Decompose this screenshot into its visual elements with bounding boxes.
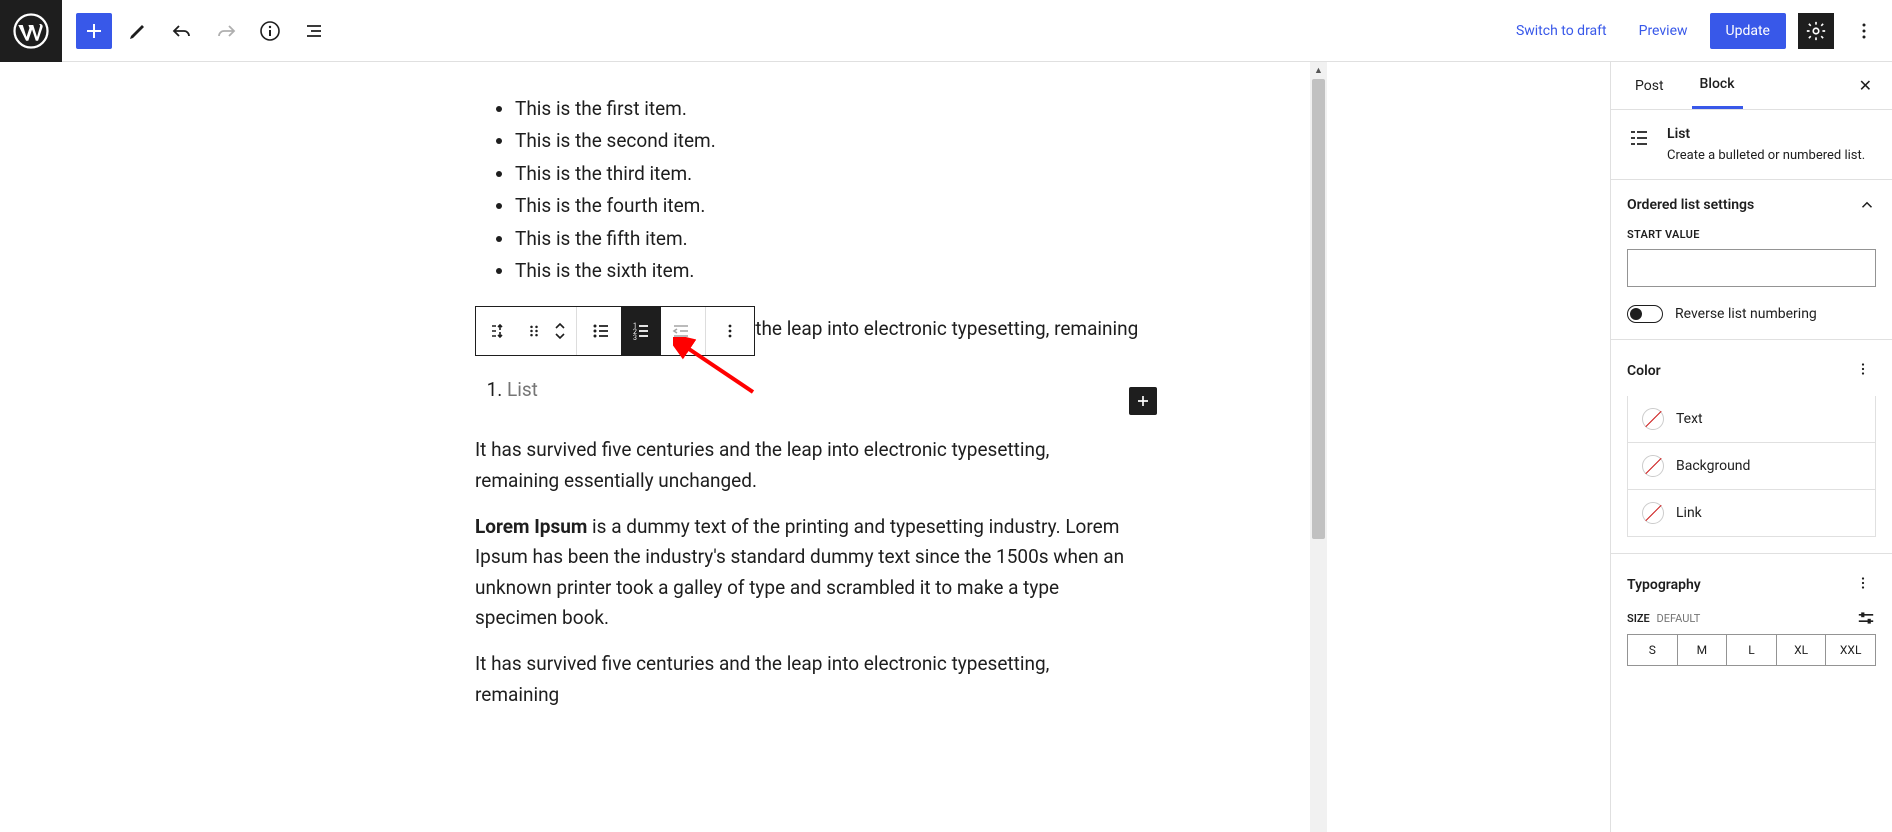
info-button[interactable] [252, 13, 288, 49]
list-item[interactable]: This is the fourth item. [515, 191, 1135, 221]
paragraph[interactable]: It has survived five centuries and the l… [475, 649, 1135, 710]
wordpress-logo[interactable] [0, 0, 62, 62]
block-more-options[interactable] [710, 307, 750, 355]
top-toolbar: Switch to draft Preview Update [0, 0, 1892, 62]
color-heading: Color [1627, 363, 1661, 379]
size-option[interactable]: XL [1777, 635, 1827, 665]
block-toolbar: 123 [475, 306, 755, 356]
list-item[interactable]: This is the fifth item. [515, 224, 1135, 254]
paragraph[interactable]: It has survived five centuries and the l… [475, 435, 1135, 496]
color-text-row[interactable]: Text [1627, 396, 1876, 443]
size-option[interactable]: XXL [1826, 635, 1875, 665]
list-item[interactable]: This is the sixth item. [515, 256, 1135, 286]
transform-block-icon[interactable] [480, 307, 520, 355]
settings-sidebar: Post Block ✕ List Create a bulleted or n… [1610, 62, 1892, 832]
more-options-button[interactable] [1846, 13, 1882, 49]
size-default-label: DEFAULT [1656, 612, 1700, 625]
list-block-icon [1627, 126, 1651, 150]
drag-handle-icon[interactable] [520, 307, 548, 355]
svg-text:3: 3 [633, 334, 637, 342]
size-label: SIZE [1627, 612, 1650, 625]
undo-button[interactable] [164, 13, 200, 49]
ordered-list-block[interactable]: List [475, 375, 1135, 405]
color-options-button[interactable] [1850, 356, 1876, 386]
outline-button[interactable] [296, 13, 332, 49]
chevron-up-icon [1858, 196, 1876, 214]
start-value-label: START VALUE [1627, 228, 1876, 241]
paragraph[interactable]: Lorem Ipsum is a dummy text of the print… [475, 512, 1135, 634]
color-link-row[interactable]: Link [1627, 490, 1876, 537]
switch-to-draft-link[interactable]: Switch to draft [1506, 15, 1617, 47]
list-item[interactable]: This is the second item. [515, 126, 1135, 156]
size-option[interactable]: M [1678, 635, 1728, 665]
tab-block[interactable]: Block [1692, 62, 1743, 109]
add-block-inline-button[interactable] [1129, 387, 1157, 415]
preview-link[interactable]: Preview [1629, 15, 1698, 47]
ordered-list-button[interactable]: 123 [621, 307, 661, 355]
outdent-button [661, 307, 701, 355]
bold-text: Lorem Ipsum [475, 515, 587, 538]
update-button[interactable]: Update [1710, 13, 1786, 49]
size-segmented-control[interactable]: S M L XL XXL [1627, 634, 1876, 666]
move-up-down-buttons[interactable] [548, 307, 572, 355]
block-description: Create a bulleted or numbered list. [1667, 148, 1876, 163]
list-item[interactable]: This is the first item. [515, 94, 1135, 124]
scrollbar[interactable]: ▲ [1310, 62, 1327, 832]
block-title: List [1667, 126, 1876, 142]
close-sidebar-button[interactable]: ✕ [1855, 72, 1876, 99]
color-background-row[interactable]: Background [1627, 443, 1876, 490]
edit-mode-icon[interactable] [120, 13, 156, 49]
reverse-numbering-toggle[interactable] [1627, 305, 1663, 323]
add-block-button[interactable] [76, 13, 112, 49]
ordered-list-settings-heading[interactable]: Ordered list settings [1627, 196, 1876, 214]
tab-post[interactable]: Post [1627, 64, 1672, 108]
list-placeholder[interactable]: List [507, 378, 538, 401]
size-option[interactable]: L [1727, 635, 1777, 665]
typography-options-button[interactable] [1850, 570, 1876, 600]
typography-heading: Typography [1627, 577, 1701, 593]
bullet-list[interactable]: This is the first item. This is the seco… [475, 94, 1135, 286]
custom-size-icon[interactable] [1856, 610, 1876, 626]
empty-swatch-icon [1642, 502, 1664, 524]
reverse-numbering-label: Reverse list numbering [1675, 306, 1817, 322]
redo-button [208, 13, 244, 49]
scroll-up-icon: ▲ [1310, 62, 1327, 79]
settings-button[interactable] [1798, 13, 1834, 49]
editor-canvas[interactable]: This is the first item. This is the seco… [0, 62, 1610, 832]
size-option[interactable]: S [1628, 635, 1678, 665]
unordered-list-button[interactable] [581, 307, 621, 355]
start-value-input[interactable] [1627, 249, 1876, 287]
empty-swatch-icon [1642, 408, 1664, 430]
empty-swatch-icon [1642, 455, 1664, 477]
list-item[interactable]: This is the third item. [515, 159, 1135, 189]
